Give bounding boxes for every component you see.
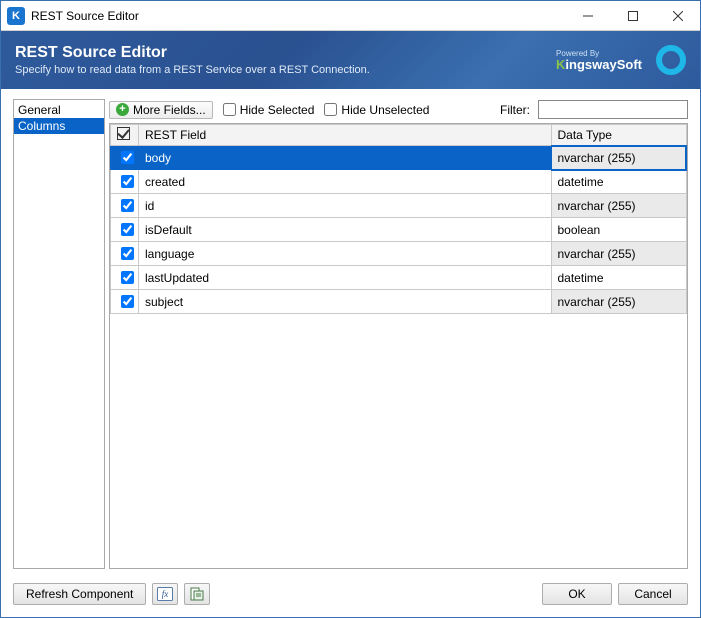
row-checkbox[interactable] bbox=[121, 247, 134, 260]
row-checkbox-cell[interactable] bbox=[111, 194, 139, 218]
hide-selected-checkbox[interactable]: Hide Selected bbox=[223, 103, 315, 117]
row-checkbox[interactable] bbox=[121, 175, 134, 188]
grid-header-type[interactable]: Data Type bbox=[551, 125, 686, 146]
brand-logo: Powered By KingswaySoft bbox=[556, 45, 686, 75]
table-row[interactable]: bodynvarchar (255) bbox=[111, 146, 687, 170]
check-icon bbox=[117, 127, 130, 140]
row-type-cell[interactable]: datetime bbox=[551, 266, 686, 290]
minimize-button[interactable] bbox=[565, 1, 610, 30]
sidebar-nav: General Columns bbox=[13, 99, 105, 569]
table-row[interactable]: lastUpdateddatetime bbox=[111, 266, 687, 290]
window-title: REST Source Editor bbox=[31, 9, 565, 23]
table-row[interactable]: subjectnvarchar (255) bbox=[111, 290, 687, 314]
row-checkbox-cell[interactable] bbox=[111, 170, 139, 194]
row-checkbox-cell[interactable] bbox=[111, 218, 139, 242]
row-checkbox-cell[interactable] bbox=[111, 146, 139, 170]
hide-selected-input[interactable] bbox=[223, 103, 236, 116]
table-row[interactable]: createddatetime bbox=[111, 170, 687, 194]
grid-header-field[interactable]: REST Field bbox=[139, 125, 552, 146]
grid-table: REST Field Data Type bodynvarchar (255)c… bbox=[110, 124, 687, 314]
plus-icon: + bbox=[116, 103, 129, 116]
grid-header-row: REST Field Data Type bbox=[111, 125, 687, 146]
fx-icon: fx bbox=[157, 587, 173, 601]
doc-icon bbox=[189, 587, 205, 601]
ok-button[interactable]: OK bbox=[542, 583, 612, 605]
ring-icon bbox=[656, 45, 686, 75]
app-icon: K bbox=[7, 7, 25, 25]
maximize-button[interactable] bbox=[610, 1, 655, 30]
content-area: General Columns + More Fields... Hide Se… bbox=[1, 89, 700, 573]
filter-input[interactable] bbox=[538, 100, 688, 119]
toolbar: + More Fields... Hide Selected Hide Unse… bbox=[109, 99, 688, 123]
row-field-cell[interactable]: body bbox=[139, 146, 552, 170]
row-field-cell[interactable]: subject bbox=[139, 290, 552, 314]
table-row[interactable]: idnvarchar (255) bbox=[111, 194, 687, 218]
row-field-cell[interactable]: language bbox=[139, 242, 552, 266]
banner-subtitle: Specify how to read data from a REST Ser… bbox=[15, 64, 556, 76]
doc-button[interactable] bbox=[184, 583, 210, 605]
main-panel: + More Fields... Hide Selected Hide Unse… bbox=[109, 99, 688, 569]
row-field-cell[interactable]: lastUpdated bbox=[139, 266, 552, 290]
refresh-component-button[interactable]: Refresh Component bbox=[13, 583, 146, 605]
row-field-cell[interactable]: id bbox=[139, 194, 552, 218]
fx-button[interactable]: fx bbox=[152, 583, 178, 605]
header-banner: REST Source Editor Specify how to read d… bbox=[1, 31, 700, 89]
row-type-cell[interactable]: boolean bbox=[551, 218, 686, 242]
cancel-button[interactable]: Cancel bbox=[618, 583, 688, 605]
row-checkbox[interactable] bbox=[121, 199, 134, 212]
row-checkbox[interactable] bbox=[121, 223, 134, 236]
editor-window: K REST Source Editor REST Source Editor … bbox=[0, 0, 701, 618]
footer-bar: Refresh Component fx OK Cancel bbox=[1, 573, 700, 617]
row-type-cell[interactable]: datetime bbox=[551, 170, 686, 194]
window-controls bbox=[565, 1, 700, 30]
row-type-cell[interactable]: nvarchar (255) bbox=[551, 146, 686, 170]
row-type-cell[interactable]: nvarchar (255) bbox=[551, 194, 686, 218]
row-checkbox-cell[interactable] bbox=[111, 266, 139, 290]
svg-text:fx: fx bbox=[162, 589, 169, 599]
hide-unselected-checkbox[interactable]: Hide Unselected bbox=[324, 103, 429, 117]
more-fields-button[interactable]: + More Fields... bbox=[109, 101, 213, 119]
row-field-cell[interactable]: isDefault bbox=[139, 218, 552, 242]
row-checkbox-cell[interactable] bbox=[111, 242, 139, 266]
row-type-cell[interactable]: nvarchar (255) bbox=[551, 290, 686, 314]
table-row[interactable]: languagenvarchar (255) bbox=[111, 242, 687, 266]
banner-title: REST Source Editor bbox=[15, 44, 556, 62]
grid-header-checkbox[interactable] bbox=[111, 125, 139, 146]
row-checkbox-cell[interactable] bbox=[111, 290, 139, 314]
row-checkbox[interactable] bbox=[121, 295, 134, 308]
titlebar: K REST Source Editor bbox=[1, 1, 700, 31]
table-row[interactable]: isDefaultboolean bbox=[111, 218, 687, 242]
row-type-cell[interactable]: nvarchar (255) bbox=[551, 242, 686, 266]
sidebar-item-columns[interactable]: Columns bbox=[14, 118, 104, 134]
hide-unselected-input[interactable] bbox=[324, 103, 337, 116]
columns-grid: REST Field Data Type bodynvarchar (255)c… bbox=[109, 123, 688, 569]
row-field-cell[interactable]: created bbox=[139, 170, 552, 194]
row-checkbox[interactable] bbox=[121, 151, 134, 164]
sidebar-item-general[interactable]: General bbox=[14, 102, 104, 118]
row-checkbox[interactable] bbox=[121, 271, 134, 284]
filter-label: Filter: bbox=[500, 103, 530, 117]
close-button[interactable] bbox=[655, 1, 700, 30]
